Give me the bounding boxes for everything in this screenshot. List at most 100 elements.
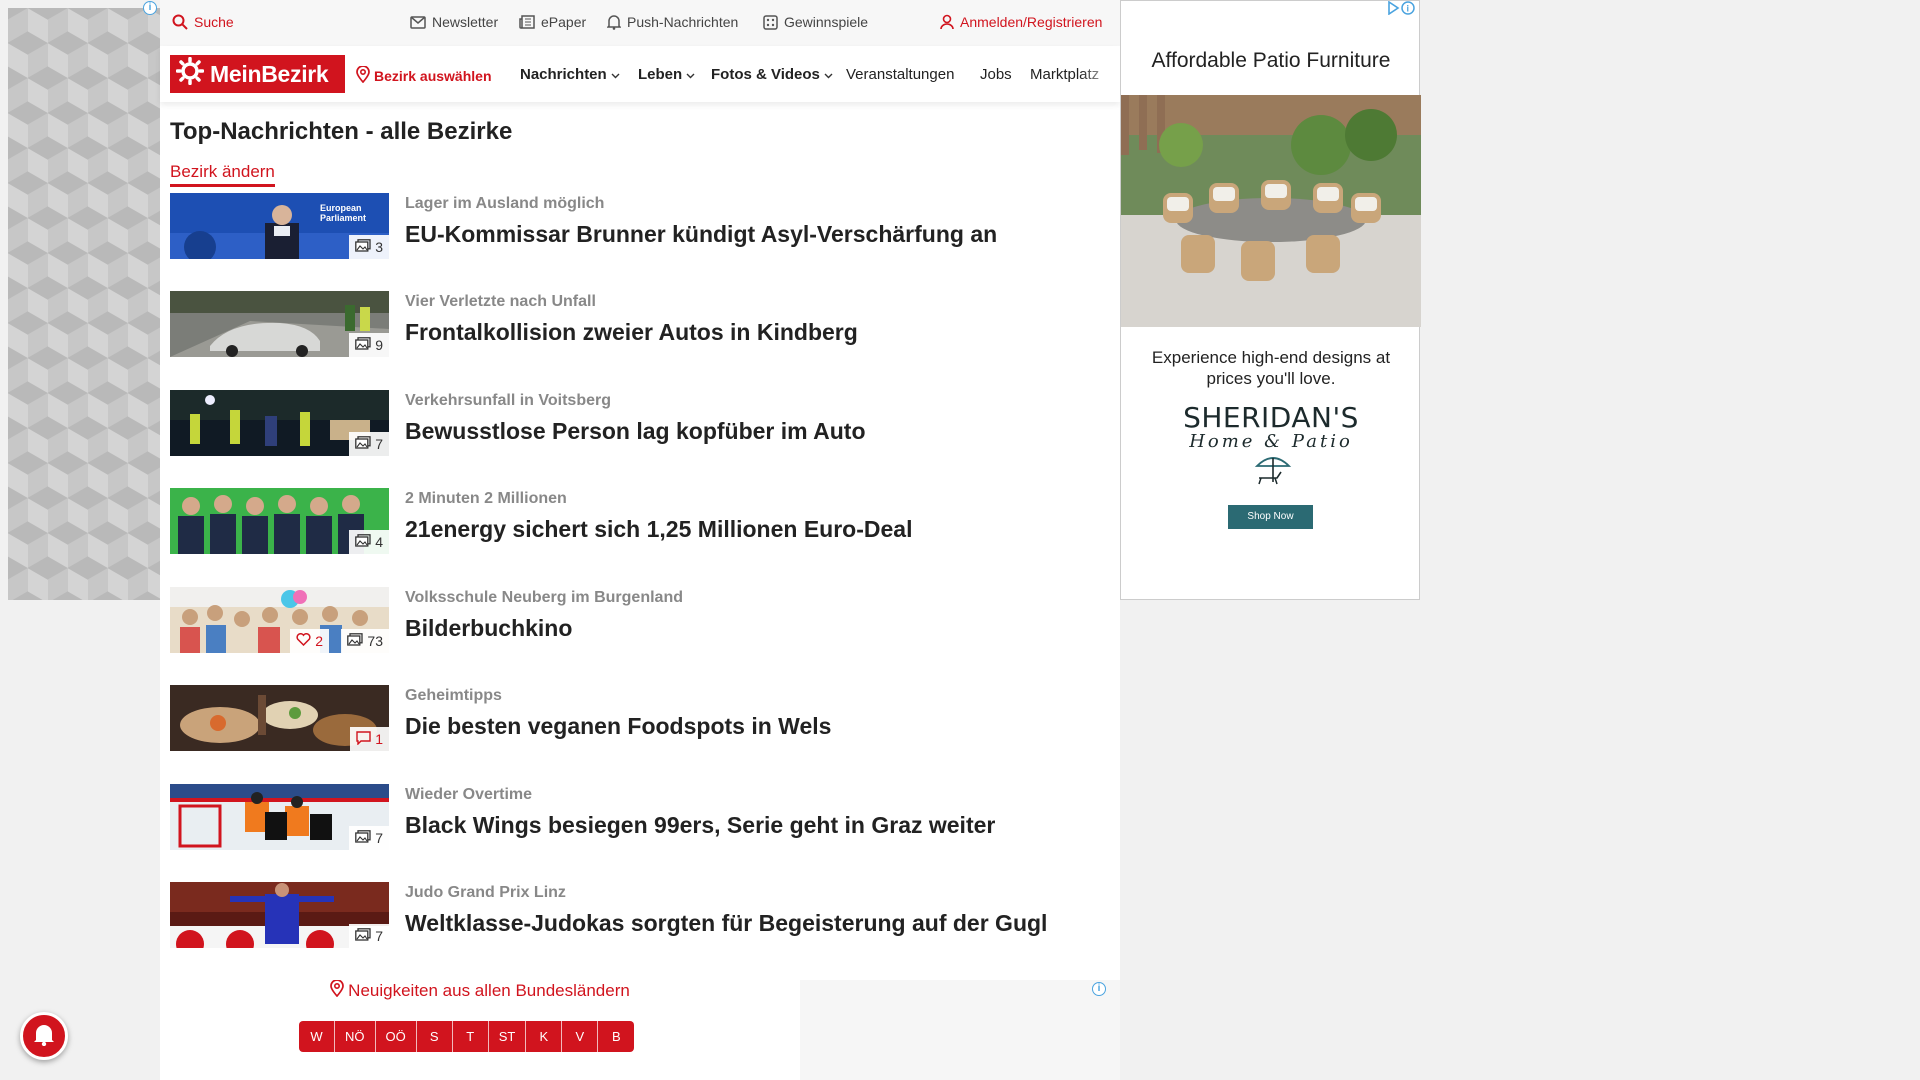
article-thumbnail[interactable]: 1 xyxy=(170,685,389,751)
image-count-badge: 9 xyxy=(349,333,389,357)
ad-text: Experience high-end designs at prices yo… xyxy=(1151,348,1391,388)
image-count: 73 xyxy=(367,633,383,649)
article-thumbnail[interactable]: 7 xyxy=(170,390,389,456)
search-label: Suche xyxy=(194,14,234,30)
notification-bell-button[interactable] xyxy=(20,1012,68,1060)
image-count: 3 xyxy=(375,239,383,255)
bundeslaender-label: Neuigkeiten aus allen Bundesländern xyxy=(348,981,630,1000)
article-thumbnail[interactable]: 9 xyxy=(170,291,389,357)
main-content: Suche Newsletter ePaper Push-Nachrichten… xyxy=(160,0,1120,1080)
article-item[interactable]: European Parliament 3 Lager im Ausland m… xyxy=(170,193,1110,259)
games-label: Gewinnspiele xyxy=(784,14,869,30)
ad-image[interactable] xyxy=(1121,95,1421,327)
image-count: 4 xyxy=(375,534,383,550)
article-headline[interactable]: Frontalkollision zweier Autos in Kindber… xyxy=(405,319,858,346)
state-button-noe[interactable]: NÖ xyxy=(335,1021,376,1052)
nav-item-label: Jobs xyxy=(980,66,1012,83)
push-notifications-link[interactable]: Push-Nachrichten xyxy=(607,14,738,30)
image-count-badge: 7 xyxy=(349,826,389,850)
epaper-label: ePaper xyxy=(541,14,587,30)
main-navigation: MeinBezirk Bezirk auswählen Nachrichten … xyxy=(160,46,1120,102)
state-button-s[interactable]: S xyxy=(417,1021,453,1052)
nav-item-leben[interactable]: Leben xyxy=(638,66,695,83)
comment-icon xyxy=(356,730,371,748)
nav-item-nachrichten[interactable]: Nachrichten xyxy=(520,66,620,83)
article-headline[interactable]: Bilderbuchkino xyxy=(405,615,572,642)
adchoices-icon[interactable]: i xyxy=(1387,0,1415,16)
bell-icon xyxy=(607,14,621,30)
article-thumbnail[interactable]: 7 xyxy=(170,784,389,850)
shop-now-button[interactable]: Shop Now xyxy=(1228,505,1313,529)
state-button-k[interactable]: K xyxy=(526,1021,563,1052)
article-item[interactable]: 4 2 Minuten 2 Millionen 21energy sichert… xyxy=(170,488,1110,554)
article-item[interactable]: 7 Verkehrsunfall in Voitsberg Bewusstlos… xyxy=(170,390,1110,456)
article-item[interactable]: 2 73 Volksschule Neuberg im Burgenland B… xyxy=(170,587,1110,653)
svg-text:Parliament: Parliament xyxy=(320,213,366,223)
article-item[interactable]: 7 Wieder Overtime Black Wings besiegen 9… xyxy=(170,784,1110,850)
dice-icon xyxy=(763,14,778,30)
gallery-icon xyxy=(355,239,371,255)
gallery-icon xyxy=(355,436,371,452)
chevron-down-icon xyxy=(824,66,833,83)
logo-sun-icon xyxy=(175,56,205,91)
article-thumbnail[interactable]: 7 xyxy=(170,882,389,948)
nav-item-veranstaltungen[interactable]: Veranstaltungen xyxy=(846,66,954,83)
page-title: Top-Nachrichten - alle Bezirke xyxy=(170,118,513,145)
location-pin-icon xyxy=(330,979,345,1002)
bundeslaender-link[interactable]: Neuigkeiten aus allen Bundesländern xyxy=(160,979,800,1002)
article-headline[interactable]: 21energy sichert sich 1,25 Millionen Eur… xyxy=(405,516,912,543)
newspaper-icon xyxy=(519,15,535,29)
state-button-t[interactable]: T xyxy=(453,1021,489,1052)
district-select-button[interactable]: Bezirk auswählen xyxy=(356,65,492,86)
logo-text: MeinBezirk xyxy=(210,60,329,87)
gallery-icon xyxy=(347,633,364,649)
bottom-ad-slot[interactable]: i xyxy=(800,980,1120,1080)
right-ad[interactable]: Affordable Patio Furniture Experience hi… xyxy=(1120,0,1421,600)
nav-item-jobs[interactable]: Jobs xyxy=(980,66,1012,83)
login-label: Anmelden/Registrieren xyxy=(960,14,1103,30)
state-button-w[interactable]: W xyxy=(299,1021,335,1052)
site-logo[interactable]: MeinBezirk xyxy=(170,55,345,93)
article-thumbnail[interactable]: 4 xyxy=(170,488,389,554)
article-item[interactable]: 7 Judo Grand Prix Linz Weltklasse-Judoka… xyxy=(170,882,1110,948)
state-button-v[interactable]: V xyxy=(562,1021,599,1052)
search-link[interactable]: Suche xyxy=(172,14,234,30)
article-item[interactable]: 1 Geheimtipps Die besten veganen Foodspo… xyxy=(170,685,1110,751)
login-link[interactable]: Anmelden/Registrieren xyxy=(940,14,1102,30)
article-item[interactable]: 9 Vier Verletzte nach Unfall Frontalkoll… xyxy=(170,291,1110,357)
article-kicker: Verkehrsunfall in Voitsberg xyxy=(405,392,611,409)
article-headline[interactable]: Die besten veganen Foodspots in Wels xyxy=(405,713,831,740)
ad-info-icon[interactable]: i xyxy=(143,1,157,15)
image-count: 9 xyxy=(375,337,383,353)
gallery-icon xyxy=(355,830,371,846)
gallery-icon xyxy=(355,534,371,550)
epaper-link[interactable]: ePaper xyxy=(519,14,586,30)
state-button-ooe[interactable]: OÖ xyxy=(376,1021,417,1052)
article-headline[interactable]: Black Wings besiegen 99ers, Serie geht i… xyxy=(405,812,995,839)
games-link[interactable]: Gewinnspiele xyxy=(763,14,868,30)
article-kicker: 2 Minuten 2 Millionen xyxy=(405,490,567,507)
article-headline[interactable]: EU-Kommissar Brunner kündigt Asyl-Versch… xyxy=(405,221,997,248)
article-thumbnail[interactable]: 2 73 xyxy=(170,587,389,653)
newsletter-label: Newsletter xyxy=(432,14,499,30)
article-thumbnail[interactable]: European Parliament 3 xyxy=(170,193,389,259)
article-headline[interactable]: Weltklasse-Judokas sorgten für Begeister… xyxy=(405,910,1047,937)
comments-count: 1 xyxy=(375,731,383,747)
left-skin-ad[interactable] xyxy=(8,8,160,600)
change-district-link[interactable]: Bezirk ändern xyxy=(170,162,275,187)
newsletter-link[interactable]: Newsletter xyxy=(410,14,498,30)
article-kicker: Volksschule Neuberg im Burgenland xyxy=(405,589,683,606)
heart-icon xyxy=(296,633,311,649)
nav-item-fotos-videos[interactable]: Fotos & Videos xyxy=(711,66,833,83)
likes-count: 2 xyxy=(315,633,323,649)
svg-text:European: European xyxy=(320,203,362,213)
state-button-st[interactable]: ST xyxy=(489,1021,527,1052)
article-headline[interactable]: Bewusstlose Person lag kopfüber im Auto xyxy=(405,418,866,445)
push-label: Push-Nachrichten xyxy=(627,14,739,30)
chevron-down-icon xyxy=(611,66,620,83)
state-button-b[interactable]: B xyxy=(598,1021,634,1052)
article-kicker: Lager im Ausland möglich xyxy=(405,195,605,212)
bell-icon xyxy=(33,1022,55,1051)
article-kicker: Geheimtipps xyxy=(405,687,502,704)
info-icon[interactable]: i xyxy=(1092,982,1106,996)
